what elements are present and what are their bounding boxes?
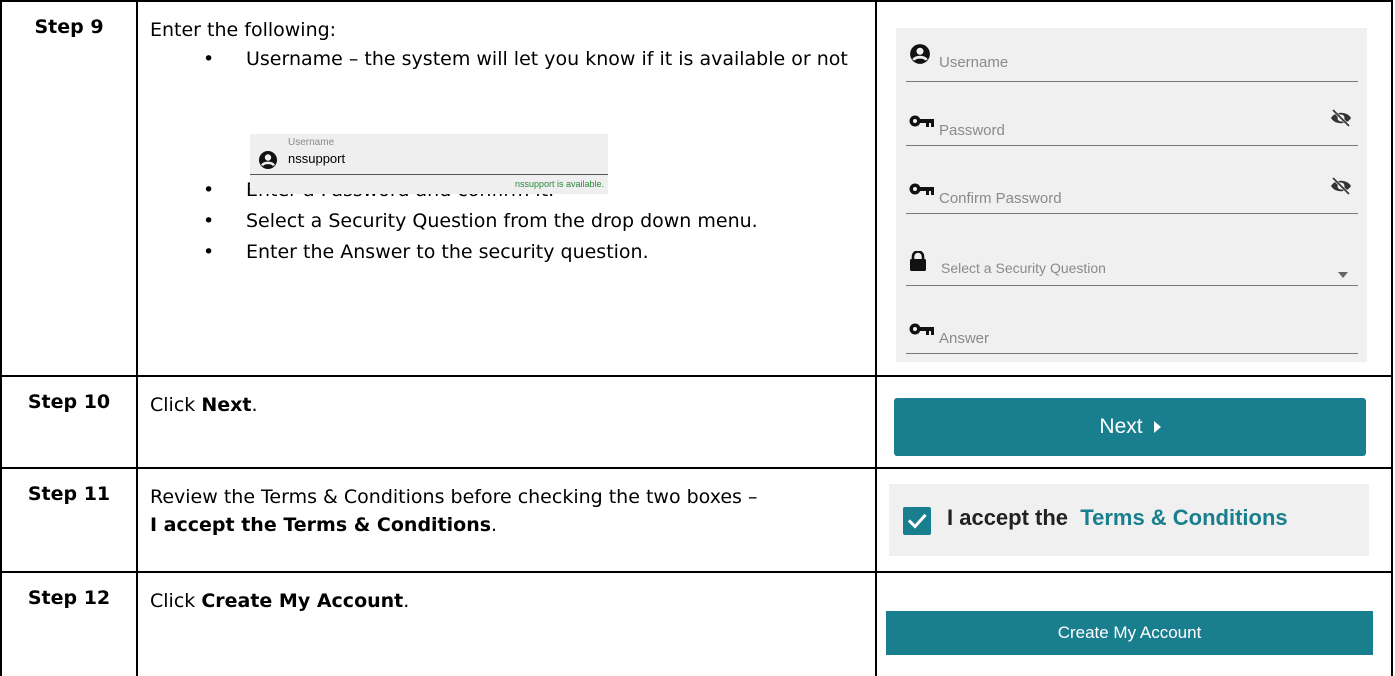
column-divider: [875, 377, 877, 467]
confirm-password-placeholder: Confirm Password: [939, 190, 1062, 207]
availability-status: nssupport is available.: [514, 179, 604, 189]
eye-slash-icon[interactable]: [1330, 176, 1352, 199]
column-divider: [136, 377, 138, 467]
create-account-label: Create My Account: [1057, 623, 1202, 642]
eye-slash-icon[interactable]: [1330, 108, 1352, 131]
next-button[interactable]: Next: [894, 398, 1366, 456]
terms-checkbox[interactable]: [903, 507, 931, 535]
column-divider: [875, 469, 877, 571]
field-underline: [906, 213, 1358, 214]
step-row-9: Step 9 Enter the following: Username – t…: [0, 0, 1393, 377]
next-button-label: Next: [1099, 415, 1143, 438]
terms-accept-row: I accept the Terms & Conditions: [889, 484, 1369, 556]
answer-placeholder: Answer: [939, 330, 990, 347]
checkmark-icon: [907, 513, 927, 529]
instruction-list: Username – the system will let you know …: [150, 44, 865, 75]
caret-right-icon: [1153, 421, 1161, 433]
password-placeholder: Password: [939, 122, 1005, 139]
username-field[interactable]: Username: [906, 28, 1358, 82]
example-label: Username: [288, 137, 335, 148]
field-underline: [906, 81, 1358, 82]
user-circle-icon: [258, 150, 278, 174]
example-value: nssupport: [288, 151, 346, 166]
key-icon: [909, 181, 935, 200]
terms-label: I accept the Terms & Conditions: [947, 505, 1288, 530]
confirm-password-field[interactable]: Confirm Password: [906, 160, 1358, 214]
registration-form: Username Password Confirm Password Selec…: [896, 28, 1367, 362]
column-divider: [875, 573, 877, 676]
password-field[interactable]: Password: [906, 92, 1358, 146]
column-divider: [136, 469, 138, 571]
username-placeholder: Username: [939, 54, 1009, 71]
step-description: Review the Terms & Conditions before che…: [150, 486, 758, 536]
step-label: Step 11: [27, 483, 111, 505]
username-example: Username nssupport nssupport is availabl…: [250, 134, 608, 194]
column-divider: [875, 2, 877, 375]
step-description: Click Next.: [150, 394, 258, 416]
security-question-select[interactable]: Select a Security Question: [906, 232, 1358, 286]
answer-field[interactable]: Answer: [906, 300, 1358, 354]
field-underline: [906, 353, 1358, 354]
list-item: Enter the Answer to the security questio…: [150, 237, 865, 268]
step-label: Step 9: [34, 16, 104, 38]
divider: [250, 174, 608, 175]
lock-icon: [909, 250, 927, 275]
step-label: Step 12: [27, 587, 111, 609]
field-underline: [906, 285, 1358, 286]
step-description: Click Create My Account.: [150, 590, 410, 612]
column-divider: [136, 2, 138, 375]
list-item: Username – the system will let you know …: [150, 44, 865, 75]
list-item: Select a Security Question from the drop…: [150, 206, 865, 237]
create-account-button[interactable]: Create My Account: [886, 611, 1373, 655]
user-circle-icon: [909, 43, 931, 69]
security-question-placeholder: Select a Security Question: [941, 260, 1106, 276]
column-divider: [136, 573, 138, 676]
key-icon: [909, 321, 935, 340]
caret-down-icon: [1338, 263, 1348, 282]
field-underline: [906, 145, 1358, 146]
step-intro: Enter the following:: [150, 19, 337, 41]
key-icon: [909, 113, 935, 132]
terms-link[interactable]: Terms & Conditions: [1080, 505, 1287, 530]
step-label: Step 10: [27, 391, 111, 413]
